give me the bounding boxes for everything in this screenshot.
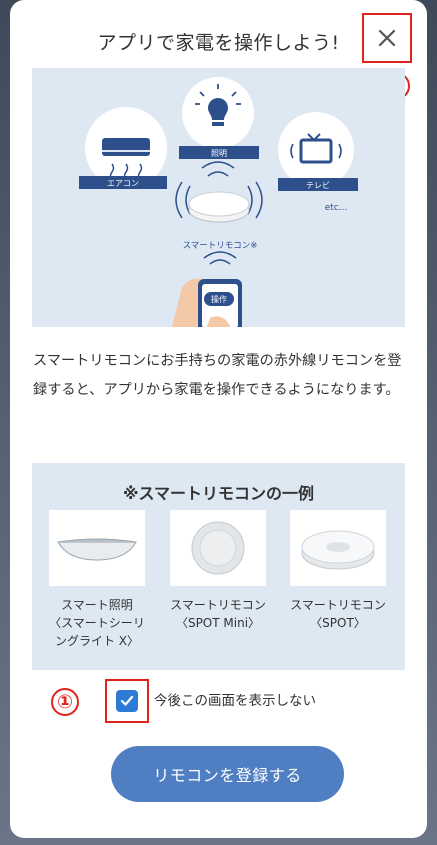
- dont-show-again-checkbox[interactable]: [116, 690, 138, 712]
- example-item: スマートリモコン 〈SPOT〉: [283, 510, 393, 632]
- spot-mini-image: [170, 510, 266, 586]
- tv-label: テレビ: [306, 181, 330, 190]
- dont-show-again-label[interactable]: 今後この画面を表示しない: [154, 690, 316, 712]
- example-name-line: 〈SPOT Mini〉: [175, 616, 261, 630]
- etc-label: etc...: [325, 203, 348, 213]
- checkmark-icon: [120, 695, 134, 706]
- example-name-line: 〈スマートシーリ: [49, 616, 145, 630]
- example-name-line: スマートリモコン: [290, 598, 386, 612]
- light-label: 照明: [211, 149, 227, 158]
- ceiling-light-image: [49, 510, 145, 586]
- dialog: アプリで家電を操作しよう! ② エアコン 照明: [10, 0, 427, 838]
- spot-image: [290, 510, 386, 586]
- light-bulb-icon: [182, 77, 254, 149]
- register-remote-button[interactable]: リモコンを登録する: [111, 746, 344, 802]
- example-name-line: スマート照明: [61, 598, 133, 612]
- aircon-label: エアコン: [107, 179, 139, 188]
- example-name-line: ングライト X〉: [54, 634, 140, 648]
- examples-title: ※スマートリモコンの一例: [122, 484, 315, 503]
- tv-icon: [278, 112, 354, 188]
- example-name-line: 〈SPOT〉: [310, 616, 366, 630]
- example-item: スマート照明 〈スマートシーリ ングライト X〉: [42, 510, 152, 650]
- examples-panel: ※スマートリモコンの一例 スマート照明 〈スマートシーリ ングライト X〉 スマ…: [32, 463, 405, 670]
- remote-label: スマートリモコン※: [183, 241, 258, 251]
- annotation-marker-1: ①: [51, 688, 79, 716]
- example-item: スマートリモコン 〈SPOT Mini〉: [163, 510, 273, 632]
- illustration: エアコン 照明 テレビ etc... スマートリモコン※ 操作: [32, 68, 405, 327]
- dialog-description: スマートリモコンにお手持ちの家電の赤外線リモコンを登録すると、アプリから家電を操…: [33, 353, 402, 398]
- example-name-line: スマートリモコン: [170, 598, 266, 612]
- close-button[interactable]: [362, 13, 412, 63]
- operate-label: 操作: [211, 294, 227, 304]
- close-icon: [378, 29, 396, 47]
